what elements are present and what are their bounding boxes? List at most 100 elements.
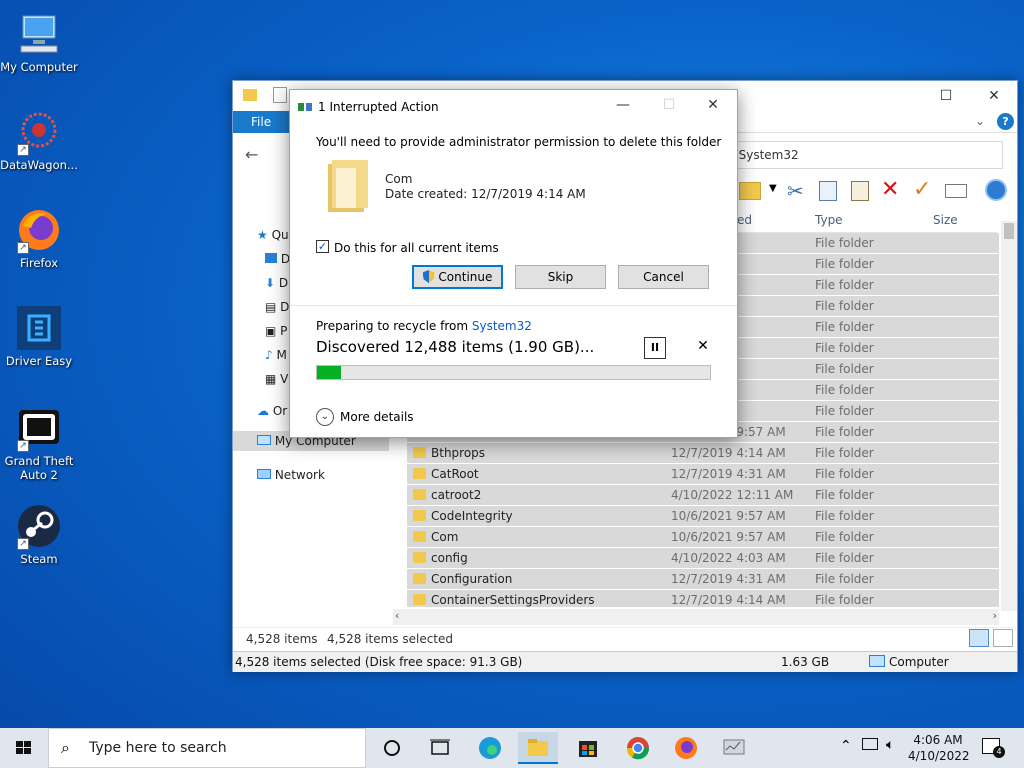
network-monitor-icon[interactable]	[714, 732, 754, 764]
volume-icon[interactable]: 🔈︎	[886, 737, 894, 753]
rename-icon[interactable]	[945, 184, 967, 198]
more-details-link[interactable]: More details	[340, 410, 414, 424]
cortana-icon[interactable]	[372, 732, 412, 764]
close-button[interactable]: ✕	[971, 81, 1017, 111]
folder-icon	[413, 510, 426, 521]
chevron-up-icon[interactable]: ⌃	[840, 738, 852, 754]
scroll-right-icon[interactable]: ›	[993, 609, 997, 622]
nav-onedrive[interactable]: ☁ Or	[257, 401, 287, 421]
desktop-icon-steam[interactable]: ↗ Steam	[0, 502, 78, 566]
continue-button[interactable]: Continue	[412, 265, 503, 289]
table-row[interactable]: Com 10/6/2021 9:57 AM File folder	[407, 527, 999, 548]
dialog-title: 1 Interrupted Action	[318, 100, 439, 114]
firefox-icon[interactable]	[666, 732, 706, 764]
horizontal-scrollbar[interactable]: ‹ ›	[393, 609, 999, 625]
folder-view-icon[interactable]	[739, 182, 761, 200]
desktop-icon-my-computer[interactable]: My Computer	[0, 10, 78, 74]
skip-button[interactable]: Skip	[515, 265, 606, 289]
table-row[interactable]: Bthprops 12/7/2019 4:14 AM File folder	[407, 443, 999, 464]
source-folder-link[interactable]: System32	[472, 319, 532, 333]
row-type: File folder	[815, 593, 874, 607]
checkmark-icon[interactable]: ✓	[913, 177, 931, 202]
address-bar[interactable]: › System32	[723, 141, 1003, 169]
chevron-down-icon[interactable]: ⌄	[316, 408, 334, 426]
desktop-icon-datawagon[interactable]: ↗ DataWagon...	[0, 108, 78, 172]
cut-icon[interactable]: ✂	[787, 179, 804, 203]
desktop-icon-driver-easy[interactable]: Driver Easy	[0, 304, 78, 368]
scroll-thumb[interactable]	[1004, 223, 1014, 239]
scroll-left-icon[interactable]: ‹	[395, 609, 399, 622]
properties-icon[interactable]	[273, 87, 287, 103]
desktop-icon-gta2[interactable]: ↗ Grand Theft Auto 2	[0, 404, 78, 482]
store-icon[interactable]	[568, 732, 608, 764]
column-type[interactable]: Type	[815, 213, 843, 227]
pause-button[interactable]: II	[644, 337, 666, 359]
clock-time: 4:06 AM	[913, 733, 963, 747]
table-row[interactable]: CodeIntegrity 10/6/2021 9:57 AM File folde…	[407, 506, 999, 527]
folder-icon	[413, 531, 426, 542]
network-status-icon[interactable]	[862, 738, 878, 750]
computer-icon	[15, 10, 63, 58]
taskbar-search[interactable]: ⌕ Type here to search	[48, 728, 366, 768]
row-type: File folder	[815, 383, 874, 397]
row-type: File folder	[815, 530, 874, 544]
progress-fill	[317, 366, 341, 379]
chrome-icon[interactable]	[618, 732, 658, 764]
file-explorer-icon[interactable]	[518, 732, 558, 764]
copy-icon[interactable]	[819, 181, 837, 201]
datawagon-icon: ↗	[15, 108, 63, 156]
table-row[interactable]: config 4/10/2022 4:03 AM File folder	[407, 548, 999, 569]
nav-pictures[interactable]: ▣ P	[265, 321, 287, 341]
nav-quick-access[interactable]: ★ Qu	[257, 225, 289, 245]
chevron-down-icon[interactable]: ▼	[769, 183, 777, 194]
folder-icon	[326, 158, 370, 216]
help-icon[interactable]: ?	[997, 113, 1014, 130]
start-button[interactable]	[0, 728, 48, 768]
nav-music[interactable]: ♪ M	[265, 345, 287, 365]
close-button[interactable]: ✕	[690, 90, 736, 120]
edge-icon[interactable]	[470, 732, 510, 764]
nav-videos[interactable]: ▦ V	[265, 369, 288, 389]
windows-icon	[16, 741, 31, 754]
table-row[interactable]: Configuration 12/7/2019 4:31 AM File folde…	[407, 569, 999, 590]
tab-file[interactable]: File	[233, 111, 289, 133]
picture-icon: ▣	[265, 324, 277, 338]
nav-documents[interactable]: ▤ D	[265, 297, 289, 317]
back-arrow-icon[interactable]: ←	[245, 145, 258, 164]
table-row[interactable]: CatRoot 12/7/2019 4:31 AM File folder	[407, 464, 999, 485]
maximize-button[interactable]: ☐	[923, 81, 969, 111]
task-view-icon[interactable]	[420, 732, 460, 764]
minimize-button[interactable]: —	[600, 90, 646, 120]
nav-desktop[interactable]: D	[265, 249, 290, 269]
cancel-operation-button[interactable]: ✕	[694, 338, 712, 358]
do-for-all-checkbox[interactable]: ✓	[316, 240, 329, 253]
paste-icon[interactable]	[851, 181, 869, 201]
desktop-icon-label: Steam	[20, 552, 58, 566]
row-type: File folder	[815, 446, 874, 460]
folder-icon	[413, 594, 426, 605]
table-row[interactable]: catroot2 4/10/2022 12:11 AM File folder	[407, 485, 999, 506]
shortcut-arrow-icon: ↗	[17, 242, 29, 254]
nav-network[interactable]: Network	[257, 465, 325, 485]
vertical-scrollbar[interactable]	[1001, 221, 1017, 611]
table-row[interactable]: ContainerSettingsProviders 12/7/2019 4:14…	[407, 590, 999, 607]
chevron-down-icon[interactable]: ⌄	[975, 114, 985, 128]
details-view-icon[interactable]	[969, 629, 989, 647]
cancel-button[interactable]: Cancel	[618, 265, 709, 289]
row-type: File folder	[815, 551, 874, 565]
row-date: 12/7/2019 4:14 AM	[671, 593, 786, 607]
globe-icon[interactable]	[985, 179, 1007, 201]
thumbnail-view-icon[interactable]	[993, 629, 1013, 647]
status-line: 4,528 items 4,528 items selected	[233, 627, 1017, 649]
desktop-icon-firefox[interactable]: ↗ Firefox	[0, 206, 78, 270]
system-clock[interactable]: 4:06 AM 4/10/2022	[908, 732, 970, 764]
nav-downloads[interactable]: ⬇ D	[265, 273, 288, 293]
row-type: File folder	[815, 236, 874, 250]
delete-icon[interactable]: ✕	[881, 177, 899, 202]
row-type: File folder	[815, 299, 874, 313]
network-icon	[257, 469, 271, 479]
column-size[interactable]: Size	[933, 213, 958, 227]
preparing-text: Preparing to recycle from System32	[316, 319, 532, 333]
do-for-all-label[interactable]: Do this for all current items	[334, 241, 499, 255]
column-date[interactable]: ed	[737, 213, 752, 227]
